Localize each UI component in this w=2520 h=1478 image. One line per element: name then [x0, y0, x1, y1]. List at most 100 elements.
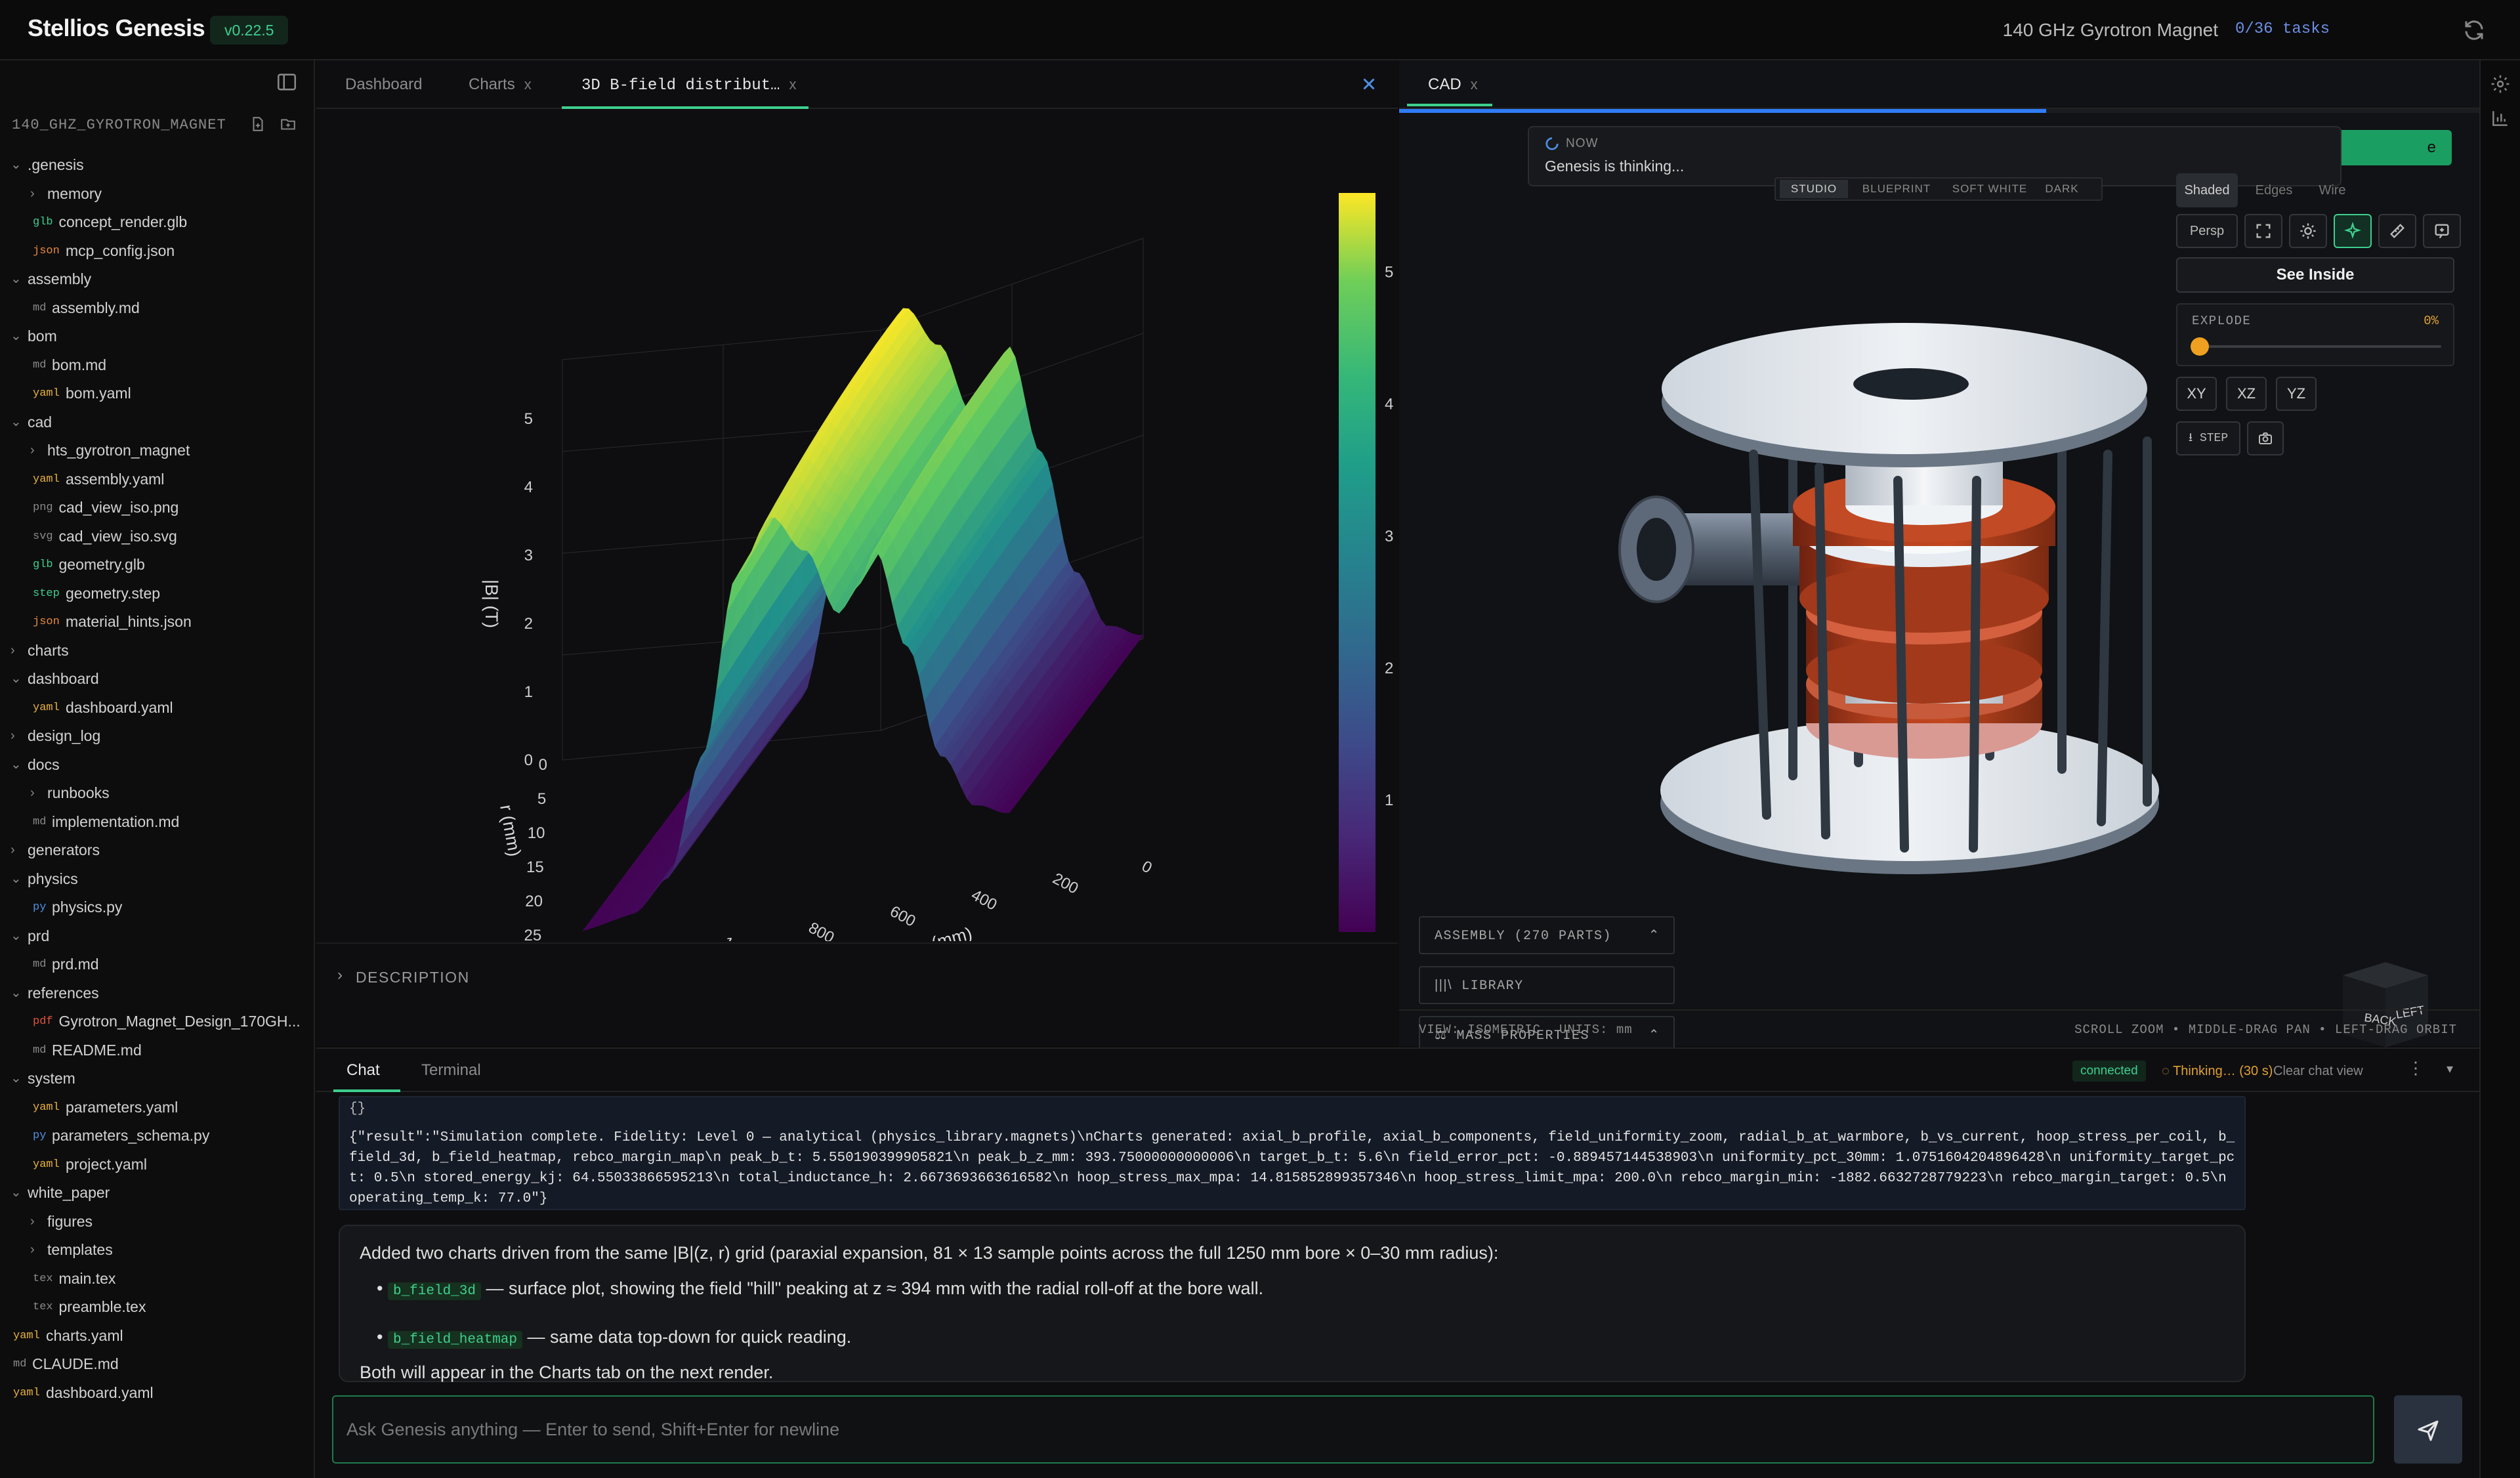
tree-file[interactable]: svg cad_view_iso.svg	[0, 522, 314, 551]
tree-file[interactable]: glb geometry.glb	[0, 551, 314, 579]
project-root[interactable]: 140_GHZ_GYROTRON_MAGNET	[12, 116, 314, 142]
render-edges[interactable]: Edges	[2243, 173, 2305, 207]
close-icon[interactable]: x	[1471, 76, 1478, 93]
tree-file[interactable]: yaml project.yaml	[0, 1151, 314, 1179]
description-section[interactable]: › DESCRIPTION	[316, 942, 1398, 1008]
see-inside-button[interactable]: See Inside	[2176, 257, 2454, 293]
tree-file[interactable]: tex main.tex	[0, 1265, 314, 1293]
tree-folder[interactable]: › charts	[0, 637, 314, 665]
render-wire[interactable]: Wire	[2306, 173, 2359, 207]
tree-file[interactable]: md bom.md	[0, 351, 314, 379]
annotate-icon[interactable]	[2423, 214, 2461, 248]
chat-input-box[interactable]	[332, 1395, 2374, 1464]
camera-icon[interactable]	[2247, 421, 2284, 455]
new-folder-icon[interactable]	[280, 116, 299, 135]
chart-icon[interactable]	[2490, 108, 2512, 130]
tree-file[interactable]: png cad_view_iso.png	[0, 494, 314, 522]
assembly-panel-toggle[interactable]: ASSEMBLY (270 PARTS) ⌃	[1419, 916, 1675, 954]
tree-file[interactable]: yaml charts.yaml	[0, 1322, 314, 1350]
tab-charts[interactable]: Charts x	[469, 60, 532, 109]
tree-file[interactable]: md CLAUDE.md	[0, 1350, 314, 1378]
tree-folder[interactable]: › templates	[0, 1236, 314, 1264]
env-studio[interactable]: STUDIO	[1780, 180, 1848, 198]
tree-folder[interactable]: ⌄ physics	[0, 865, 314, 893]
tree-label: assembly	[28, 270, 92, 287]
chat-input[interactable]	[346, 1397, 2355, 1462]
tree-file[interactable]: py parameters_schema.py	[0, 1122, 314, 1150]
measure-icon[interactable]	[2378, 214, 2416, 248]
tasks-counter[interactable]: 0/36 tasks	[2235, 20, 2330, 38]
tree-file[interactable]: json material_hints.json	[0, 608, 314, 636]
tree-file[interactable]: md assembly.md	[0, 294, 314, 322]
close-pane-icon[interactable]	[1357, 72, 1381, 96]
tree-label: memory	[47, 184, 102, 202]
tree-label: docs	[28, 755, 60, 773]
tab-cad[interactable]: CAD x	[1428, 60, 1478, 109]
file-type-icon: py	[33, 901, 47, 914]
tree-folder[interactable]: ⌄ dashboard	[0, 665, 314, 693]
tree-folder[interactable]: ⌄ references	[0, 979, 314, 1007]
surface-plot[interactable]: 012345051015202530020040060080010001200 …	[316, 110, 1398, 982]
new-file-icon[interactable]	[249, 116, 269, 135]
tree-file[interactable]: yaml dashboard.yaml	[0, 694, 314, 722]
tab-label: CAD	[1428, 75, 1461, 93]
env-dark[interactable]: DARK	[2036, 180, 2088, 198]
tab-terminal[interactable]: Terminal	[421, 1049, 481, 1092]
view-xy-button[interactable]: XY	[2176, 377, 2217, 411]
collapse-chat-icon[interactable]: ▾	[2446, 1061, 2453, 1077]
tree-file[interactable]: glb concept_render.glb	[0, 208, 314, 236]
refresh-icon[interactable]	[2462, 18, 2486, 42]
tree-folder[interactable]: › design_log	[0, 722, 314, 750]
library-panel-toggle[interactable]: |||\ LIBRARY	[1419, 966, 1675, 1004]
tree-file[interactable]: yaml bom.yaml	[0, 379, 314, 408]
tree-folder[interactable]: ⌄ cad	[0, 408, 314, 436]
close-icon[interactable]: x	[524, 76, 532, 93]
tree-file[interactable]: py physics.py	[0, 893, 314, 921]
render-shaded[interactable]: Shaded	[2176, 173, 2238, 207]
tree-folder[interactable]: › hts_gyrotron_magnet	[0, 436, 314, 465]
tree-file[interactable]: md README.md	[0, 1036, 314, 1065]
tree-folder[interactable]: › runbooks	[0, 779, 314, 807]
fit-view-icon[interactable]	[2244, 214, 2282, 248]
env-blueprint[interactable]: BLUEPRINT	[1853, 180, 1940, 198]
z-axis-tick: 3	[524, 547, 533, 564]
export-step-button[interactable]: ⭳ STEP	[2176, 421, 2240, 455]
collapse-sidebar-icon[interactable]	[276, 71, 298, 93]
sparkle-icon[interactable]	[2334, 214, 2372, 248]
tree-folder[interactable]: ⌄ bom	[0, 322, 314, 350]
explode-slider-track[interactable]	[2192, 345, 2441, 348]
tree-file[interactable]: md implementation.md	[0, 808, 314, 836]
env-soft-white[interactable]: SOFT WHITE	[1949, 180, 2030, 198]
tree-folder[interactable]: ⌄ assembly	[0, 265, 314, 293]
tab-chat[interactable]: Chat	[346, 1049, 380, 1092]
view-yz-button[interactable]: YZ	[2276, 377, 2317, 411]
tree-file[interactable]: yaml assembly.yaml	[0, 465, 314, 494]
tree-folder[interactable]: › figures	[0, 1208, 314, 1236]
tree-folder[interactable]: ⌄ system	[0, 1065, 314, 1093]
units-status: UNITS: mm	[1559, 1023, 1633, 1037]
tree-file[interactable]: pdf Gyrotron_Magnet_Design_170GH...	[0, 1007, 314, 1036]
tree-file[interactable]: md prd.md	[0, 950, 314, 979]
lighting-icon[interactable]	[2289, 214, 2327, 248]
view-xz-button[interactable]: XZ	[2226, 377, 2267, 411]
tree-file[interactable]: json mcp_config.json	[0, 237, 314, 265]
more-options-icon[interactable]: ⋮	[2407, 1058, 2424, 1078]
tree-file[interactable]: step geometry.step	[0, 580, 314, 608]
tree-folder[interactable]: ⌄ .genesis	[0, 151, 314, 179]
tree-folder[interactable]: › memory	[0, 180, 314, 208]
tree-folder[interactable]: ⌄ prd	[0, 922, 314, 950]
tree-folder[interactable]: ⌄ docs	[0, 751, 314, 779]
tree-file[interactable]: tex preamble.tex	[0, 1293, 314, 1321]
gear-icon[interactable]	[2490, 74, 2512, 96]
tree-folder[interactable]: ⌄ white_paper	[0, 1179, 314, 1207]
tab-dashboard[interactable]: Dashboard	[345, 60, 422, 109]
perspective-toggle[interactable]: Persp	[2176, 214, 2238, 248]
clear-chat-button[interactable]: Clear chat view	[2273, 1061, 2363, 1082]
send-button[interactable]	[2394, 1395, 2462, 1464]
tree-folder[interactable]: › generators	[0, 836, 314, 864]
explode-slider-handle[interactable]	[2191, 337, 2209, 356]
tree-file[interactable]: yaml parameters.yaml	[0, 1093, 314, 1122]
tab-3d-b-field[interactable]: 3D B-field distribut… x	[581, 60, 796, 109]
close-icon[interactable]: x	[789, 76, 796, 93]
tree-file[interactable]: yaml dashboard.yaml	[0, 1379, 314, 1407]
